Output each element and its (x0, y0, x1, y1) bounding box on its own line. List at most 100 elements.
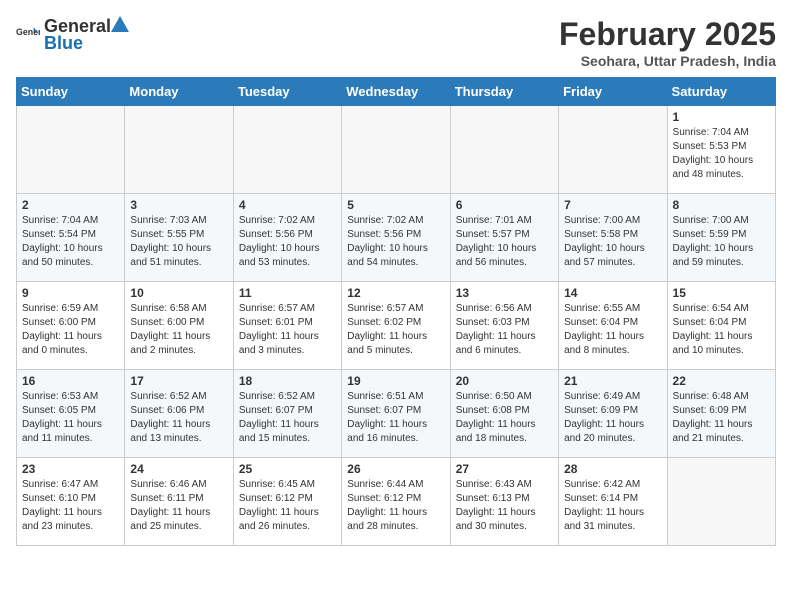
day-info: Sunrise: 7:03 AM Sunset: 5:55 PM Dayligh… (130, 214, 227, 270)
day-number: 9 (22, 286, 119, 300)
calendar-day-cell: 17 Sunrise: 6:52 AM Sunset: 6:06 PM Dayli… (125, 370, 233, 458)
calendar-location: Seohara, Uttar Pradesh, India (559, 53, 776, 69)
day-number: 25 (239, 462, 336, 476)
calendar-day-cell: 12 Sunrise: 6:57 AM Sunset: 6:02 PM Dayli… (342, 282, 450, 370)
weekday-header-monday: Monday (125, 78, 233, 106)
weekday-header-tuesday: Tuesday (233, 78, 341, 106)
day-number: 12 (347, 286, 444, 300)
day-number: 15 (673, 286, 770, 300)
logo: General General Blue (16, 16, 129, 54)
day-info: Sunrise: 6:54 AM Sunset: 6:04 PM Dayligh… (673, 302, 770, 358)
day-number: 8 (673, 198, 770, 212)
calendar-day-cell: 24 Sunrise: 6:46 AM Sunset: 6:11 PM Dayli… (125, 458, 233, 546)
day-info: Sunrise: 6:49 AM Sunset: 6:09 PM Dayligh… (564, 390, 661, 446)
day-number: 11 (239, 286, 336, 300)
calendar-day-cell: 3 Sunrise: 7:03 AM Sunset: 5:55 PM Daylig… (125, 194, 233, 282)
calendar-day-cell: 4 Sunrise: 7:02 AM Sunset: 5:56 PM Daylig… (233, 194, 341, 282)
calendar-day-cell: 15 Sunrise: 6:54 AM Sunset: 6:04 PM Dayli… (667, 282, 775, 370)
calendar-day-cell: 27 Sunrise: 6:43 AM Sunset: 6:13 PM Dayli… (450, 458, 558, 546)
calendar-day-cell (450, 106, 558, 194)
calendar-day-cell: 10 Sunrise: 6:58 AM Sunset: 6:00 PM Dayli… (125, 282, 233, 370)
calendar-day-cell (233, 106, 341, 194)
calendar-day-cell: 14Sunrise: 6:55 AM Sunset: 6:04 PM Dayli… (559, 282, 667, 370)
day-number: 3 (130, 198, 227, 212)
calendar-day-cell: 9 Sunrise: 6:59 AM Sunset: 6:00 PM Daylig… (17, 282, 125, 370)
day-number: 16 (22, 374, 119, 388)
weekday-header-row: SundayMondayTuesdayWednesdayThursdayFrid… (17, 78, 776, 106)
day-info: Sunrise: 6:45 AM Sunset: 6:12 PM Dayligh… (239, 478, 336, 534)
day-info: Sunrise: 7:00 AM Sunset: 5:59 PM Dayligh… (673, 214, 770, 270)
day-info: Sunrise: 7:01 AM Sunset: 5:57 PM Dayligh… (456, 214, 553, 270)
day-info: Sunrise: 7:00 AM Sunset: 5:58 PM Dayligh… (564, 214, 661, 270)
calendar-week-row: 2 Sunrise: 7:04 AM Sunset: 5:54 PM Daylig… (17, 194, 776, 282)
calendar-day-cell: 8 Sunrise: 7:00 AM Sunset: 5:59 PM Daylig… (667, 194, 775, 282)
calendar-week-row: 23 Sunrise: 6:47 AM Sunset: 6:10 PM Dayli… (17, 458, 776, 546)
day-info: Sunrise: 6:59 AM Sunset: 6:00 PM Dayligh… (22, 302, 119, 358)
day-number: 1 (673, 110, 770, 124)
calendar-day-cell: 7Sunrise: 7:00 AM Sunset: 5:58 PM Daylig… (559, 194, 667, 282)
day-info: Sunrise: 6:58 AM Sunset: 6:00 PM Dayligh… (130, 302, 227, 358)
day-info: Sunrise: 6:50 AM Sunset: 6:08 PM Dayligh… (456, 390, 553, 446)
calendar-day-cell: 21 Sunrise: 6:49 AM Sunset: 6:09 PM Dayli… (559, 370, 667, 458)
day-info: Sunrise: 6:42 AM Sunset: 6:14 PM Dayligh… (564, 478, 661, 534)
calendar-day-cell: 11 Sunrise: 6:57 AM Sunset: 6:01 PM Dayli… (233, 282, 341, 370)
calendar-week-row: 1 Sunrise: 7:04 AM Sunset: 5:53 PM Daylig… (17, 106, 776, 194)
day-info: Sunrise: 6:46 AM Sunset: 6:11 PM Dayligh… (130, 478, 227, 534)
title-block: February 2025 Seohara, Uttar Pradesh, In… (559, 16, 776, 69)
logo-icon: General (16, 25, 40, 45)
day-number: 21 (564, 374, 661, 388)
calendar-day-cell: 2 Sunrise: 7:04 AM Sunset: 5:54 PM Daylig… (17, 194, 125, 282)
day-info: Sunrise: 7:04 AM Sunset: 5:54 PM Dayligh… (22, 214, 119, 270)
day-info: Sunrise: 6:52 AM Sunset: 6:07 PM Dayligh… (239, 390, 336, 446)
calendar-day-cell: 1 Sunrise: 7:04 AM Sunset: 5:53 PM Daylig… (667, 106, 775, 194)
day-info: Sunrise: 6:57 AM Sunset: 6:01 PM Dayligh… (239, 302, 336, 358)
day-info: Sunrise: 6:43 AM Sunset: 6:13 PM Dayligh… (456, 478, 553, 534)
day-number: 24 (130, 462, 227, 476)
day-number: 23 (22, 462, 119, 476)
calendar-day-cell (17, 106, 125, 194)
calendar-day-cell: 22 Sunrise: 6:48 AM Sunset: 6:09 PM Dayli… (667, 370, 775, 458)
calendar-table: SundayMondayTuesdayWednesdayThursdayFrid… (16, 77, 776, 546)
calendar-week-row: 9 Sunrise: 6:59 AM Sunset: 6:00 PM Daylig… (17, 282, 776, 370)
calendar-day-cell: 20 Sunrise: 6:50 AM Sunset: 6:08 PM Dayli… (450, 370, 558, 458)
calendar-day-cell: 18 Sunrise: 6:52 AM Sunset: 6:07 PM Dayli… (233, 370, 341, 458)
calendar-day-cell: 16 Sunrise: 6:53 AM Sunset: 6:05 PM Dayli… (17, 370, 125, 458)
day-number: 13 (456, 286, 553, 300)
day-info: Sunrise: 6:44 AM Sunset: 6:12 PM Dayligh… (347, 478, 444, 534)
day-number: 17 (130, 374, 227, 388)
day-info: Sunrise: 6:48 AM Sunset: 6:09 PM Dayligh… (673, 390, 770, 446)
logo-triangle-icon (111, 16, 129, 32)
day-number: 6 (456, 198, 553, 212)
calendar-day-cell: 13Sunrise: 6:56 AM Sunset: 6:03 PM Dayli… (450, 282, 558, 370)
day-number: 26 (347, 462, 444, 476)
day-info: Sunrise: 7:02 AM Sunset: 5:56 PM Dayligh… (239, 214, 336, 270)
calendar-week-row: 16 Sunrise: 6:53 AM Sunset: 6:05 PM Dayli… (17, 370, 776, 458)
day-number: 22 (673, 374, 770, 388)
day-number: 14 (564, 286, 661, 300)
weekday-header-thursday: Thursday (450, 78, 558, 106)
day-info: Sunrise: 6:52 AM Sunset: 6:06 PM Dayligh… (130, 390, 227, 446)
calendar-day-cell (667, 458, 775, 546)
calendar-day-cell: 6 Sunrise: 7:01 AM Sunset: 5:57 PM Daylig… (450, 194, 558, 282)
day-number: 19 (347, 374, 444, 388)
calendar-day-cell: 26 Sunrise: 6:44 AM Sunset: 6:12 PM Dayli… (342, 458, 450, 546)
calendar-day-cell: 23 Sunrise: 6:47 AM Sunset: 6:10 PM Dayli… (17, 458, 125, 546)
day-info: Sunrise: 6:57 AM Sunset: 6:02 PM Dayligh… (347, 302, 444, 358)
day-number: 18 (239, 374, 336, 388)
day-number: 27 (456, 462, 553, 476)
calendar-day-cell: 19 Sunrise: 6:51 AM Sunset: 6:07 PM Dayli… (342, 370, 450, 458)
calendar-day-cell (559, 106, 667, 194)
day-number: 10 (130, 286, 227, 300)
calendar-day-cell: 5Sunrise: 7:02 AM Sunset: 5:56 PM Daylig… (342, 194, 450, 282)
day-info: Sunrise: 6:51 AM Sunset: 6:07 PM Dayligh… (347, 390, 444, 446)
day-info: Sunrise: 6:53 AM Sunset: 6:05 PM Dayligh… (22, 390, 119, 446)
day-number: 20 (456, 374, 553, 388)
calendar-title: February 2025 (559, 16, 776, 53)
day-number: 2 (22, 198, 119, 212)
weekday-header-sunday: Sunday (17, 78, 125, 106)
day-number: 4 (239, 198, 336, 212)
day-info: Sunrise: 6:47 AM Sunset: 6:10 PM Dayligh… (22, 478, 119, 534)
day-number: 28 (564, 462, 661, 476)
day-info: Sunrise: 7:04 AM Sunset: 5:53 PM Dayligh… (673, 126, 770, 182)
weekday-header-wednesday: Wednesday (342, 78, 450, 106)
